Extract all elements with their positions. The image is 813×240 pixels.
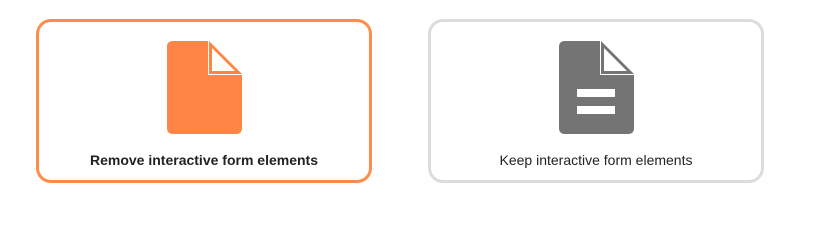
file-icon [167,41,242,134]
file-text-icon [559,41,634,134]
form-elements-option-group: Remove interactive form elements Keep in… [0,0,813,214]
keep-form-elements-option[interactable]: Keep interactive form elements [428,19,764,183]
remove-form-elements-label: Remove interactive form elements [90,152,318,168]
keep-form-elements-label: Keep interactive form elements [499,152,693,168]
remove-form-elements-option[interactable]: Remove interactive form elements [36,19,372,183]
